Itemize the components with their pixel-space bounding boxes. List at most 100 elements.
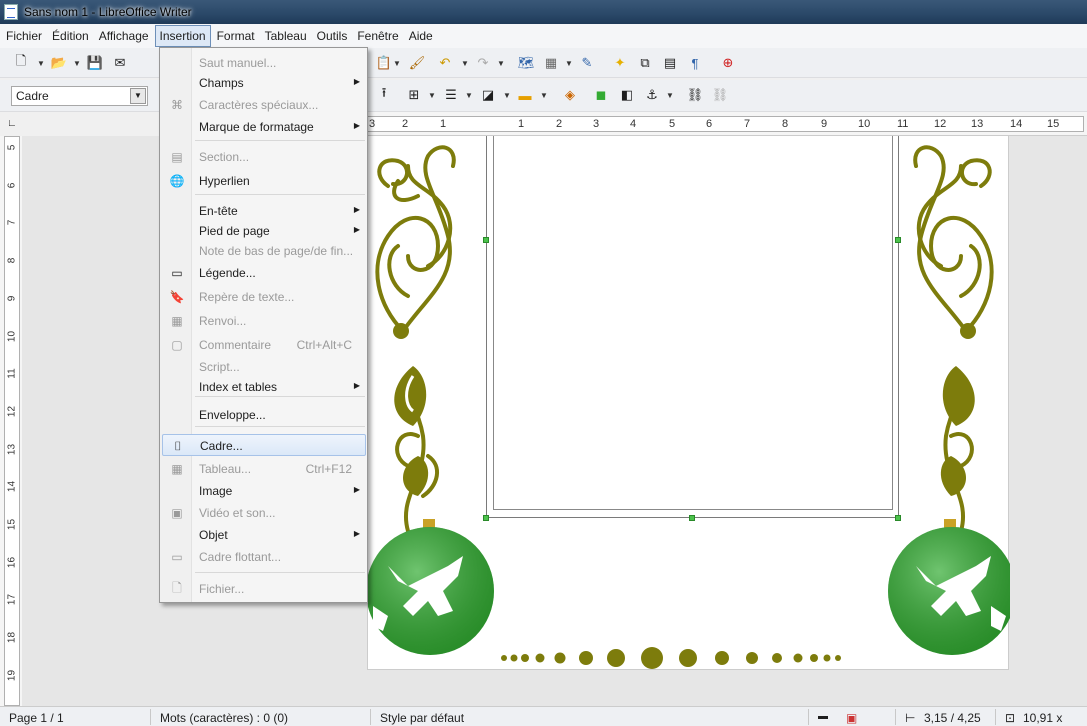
border-color-icon[interactable]: ◪ xyxy=(479,86,497,104)
menu-item-commentaire[interactable]: ▢ Commentaire Ctrl+Alt+C xyxy=(162,334,366,356)
frame-properties-icon[interactable]: ◈ xyxy=(561,86,579,104)
undo-icon[interactable]: ↶ xyxy=(436,54,454,72)
horizontal-ruler[interactable]: 3 2 1 1 2 3 4 5 6 7 8 9 10 11 12 13 14 15 xyxy=(290,112,1087,136)
formatting-marks-icon[interactable]: ¶ xyxy=(686,54,704,72)
border-color-dropdown-arrow-icon[interactable]: ▼ xyxy=(503,91,511,100)
menu-item-pied-de-page[interactable]: Pied de page ▶ xyxy=(162,220,366,242)
menu-format[interactable]: Format xyxy=(213,26,259,46)
cursor-position: 3,15 / 4,25 xyxy=(924,711,981,725)
bring-to-front-icon[interactable]: ◼ xyxy=(592,86,610,104)
menu-item-label: Caractères spéciaux... xyxy=(199,98,319,112)
menu-item-tableau[interactable]: ▦ Tableau... Ctrl+F12 xyxy=(162,458,366,480)
menu-item-fichier[interactable]: 🗋 Fichier... xyxy=(162,578,366,600)
menu-item-cadre-flottant[interactable]: ▭ Cadre flottant... xyxy=(162,546,366,568)
background-color-dropdown-arrow-icon[interactable]: ▼ xyxy=(540,91,548,100)
open-dropdown-arrow-icon[interactable]: ▼ xyxy=(73,59,81,68)
draw-functions-icon[interactable]: ✎ xyxy=(578,54,596,72)
menu-item-saut-manuel[interactable]: Saut manuel... xyxy=(162,52,366,74)
borders-dropdown-arrow-icon[interactable]: ▼ xyxy=(428,91,436,100)
selection-handle[interactable] xyxy=(483,515,489,521)
selection-handle[interactable] xyxy=(895,237,901,243)
inner-frame[interactable] xyxy=(493,136,893,510)
menu-item-label: Saut manuel... xyxy=(199,56,277,70)
send-to-back-icon[interactable]: ◧ xyxy=(618,86,636,104)
menu-item-champs[interactable]: Champs ▶ xyxy=(162,72,366,94)
menu-outils[interactable]: Outils xyxy=(313,26,352,46)
ruler-tick-label: 2 xyxy=(402,118,409,130)
selection-handle[interactable] xyxy=(483,237,489,243)
menu-édition[interactable]: Édition xyxy=(48,26,93,46)
submenu-arrow-icon: ▶ xyxy=(353,225,360,234)
undo-dropdown-arrow-icon[interactable]: ▼ xyxy=(461,59,469,68)
anchor-icon[interactable]: ⚓ xyxy=(643,86,661,104)
email-icon[interactable]: ✉ xyxy=(111,54,129,72)
redo-icon[interactable]: ↷ xyxy=(474,54,492,72)
menu-insertion[interactable]: Insertion xyxy=(154,25,211,47)
menu-item-note-de-bas-de-page-de-fin[interactable]: Note de bas de page/de fin... xyxy=(162,240,366,262)
data-sources-icon[interactable]: ⧉ xyxy=(636,54,654,72)
page-style[interactable]: Style par défaut xyxy=(380,711,464,725)
vertical-ruler-tick-label: 15 xyxy=(6,518,18,531)
text-frame[interactable] xyxy=(486,136,899,518)
borders-icon[interactable]: ⊞ xyxy=(405,86,423,104)
nonprinting-chars-icon[interactable]: ▤ xyxy=(661,54,679,72)
menu-fenêtre[interactable]: Fenêtre xyxy=(353,26,402,46)
menu-item-enveloppe[interactable]: Enveloppe... xyxy=(162,404,366,426)
page-count[interactable]: Page 1 / 1 xyxy=(9,711,64,725)
menu-item-marque-de-formatage[interactable]: Marque de formatage ▶ xyxy=(162,116,366,138)
selection-handle[interactable] xyxy=(689,515,695,521)
menu-item-renvoi[interactable]: ▦ Renvoi... xyxy=(162,310,366,332)
caption-icon: ▭ xyxy=(171,266,183,280)
menu-item-caracteres-speciaux[interactable]: ⌘ Caractères spéciaux... xyxy=(162,94,366,116)
redo-dropdown-arrow-icon[interactable]: ▼ xyxy=(497,59,505,68)
menu-item-repere-de-texte[interactable]: 🔖 Repère de texte... xyxy=(162,286,366,308)
help-icon[interactable]: ⊕ xyxy=(719,54,737,72)
paste-dropdown-arrow-icon[interactable]: ▼ xyxy=(393,59,401,68)
selection-mode-icon[interactable]: ▬ xyxy=(818,711,828,722)
menu-aide[interactable]: Aide xyxy=(405,26,437,46)
table-dropdown-arrow-icon[interactable]: ▼ xyxy=(565,59,573,68)
menu-affichage[interactable]: Affichage xyxy=(95,26,153,46)
menu-shortcut: Ctrl+F12 xyxy=(305,462,352,476)
menu-item-label: Objet xyxy=(199,528,228,542)
menu-fichier[interactable]: Fichier xyxy=(2,26,46,46)
chevron-down-icon[interactable]: ▼ xyxy=(130,88,146,104)
navigator-icon[interactable]: 🗺 xyxy=(517,54,535,72)
new-dropdown-arrow-icon[interactable]: ▼ xyxy=(37,59,45,68)
border-style-dropdown-arrow-icon[interactable]: ▼ xyxy=(465,91,473,100)
menu-item-cadre[interactable]: ⌷ Cadre... xyxy=(162,434,366,456)
insert-table-icon[interactable]: ▦ xyxy=(542,54,560,72)
border-style-icon[interactable]: ☰ xyxy=(442,86,460,104)
menu-item-en-tete[interactable]: En-tête ▶ xyxy=(162,200,366,222)
menu-item-index-et-tables[interactable]: Index et tables ▶ xyxy=(162,376,366,398)
menu-item-video-et-son[interactable]: ▣ Vidéo et son... xyxy=(162,502,366,524)
clone-formatting-icon[interactable]: 🖌 xyxy=(408,54,426,72)
menu-tableau[interactable]: Tableau xyxy=(261,26,311,46)
paste-icon[interactable]: 📋 xyxy=(375,54,393,72)
unlink-frames-icon[interactable]: ⛓ xyxy=(711,86,729,104)
table-icon: ▦ xyxy=(171,462,183,476)
vertical-ruler-tick-label: 19 xyxy=(6,669,18,681)
menu-item-label: Fichier... xyxy=(199,582,245,596)
selection-handle[interactable] xyxy=(895,515,901,521)
background-color-icon[interactable]: ▬ xyxy=(516,86,534,104)
gallery-icon[interactable]: ✦ xyxy=(611,54,629,72)
vertical-ruler[interactable]: 5 6 7 8 9 10 11 12 13 14 15 16 17 18 19 xyxy=(0,136,22,706)
status-bar: Page 1 / 1 Mots (caractères) : 0 (0) Sty… xyxy=(0,706,1087,726)
menu-item-objet[interactable]: Objet ▶ xyxy=(162,524,366,546)
save-icon[interactable]: 💾 xyxy=(86,54,104,72)
menu-item-legende[interactable]: ▭ Légende... xyxy=(162,262,366,284)
new-document-icon[interactable]: 🗋 xyxy=(12,53,30,72)
anchor-dropdown-arrow-icon[interactable]: ▼ xyxy=(666,91,674,100)
document-page[interactable] xyxy=(367,136,1010,670)
link-frames-icon[interactable]: ⛓ xyxy=(686,86,704,104)
menu-item-section[interactable]: ▤ Section... xyxy=(162,146,366,168)
tab-stop-icon[interactable]: ∟ xyxy=(7,118,17,129)
menu-item-hyperlien[interactable]: 🌐 Hyperlien xyxy=(162,170,366,192)
menu-item-image[interactable]: Image ▶ xyxy=(162,480,366,502)
wrap-icon[interactable]: ⭱ xyxy=(375,85,393,104)
frame-icon: ⌷ xyxy=(174,438,182,453)
menu-item-script[interactable]: Script... xyxy=(162,356,366,378)
open-icon[interactable]: 📂 xyxy=(50,54,68,72)
paragraph-style-combo[interactable]: Cadre ▼ xyxy=(11,86,148,106)
